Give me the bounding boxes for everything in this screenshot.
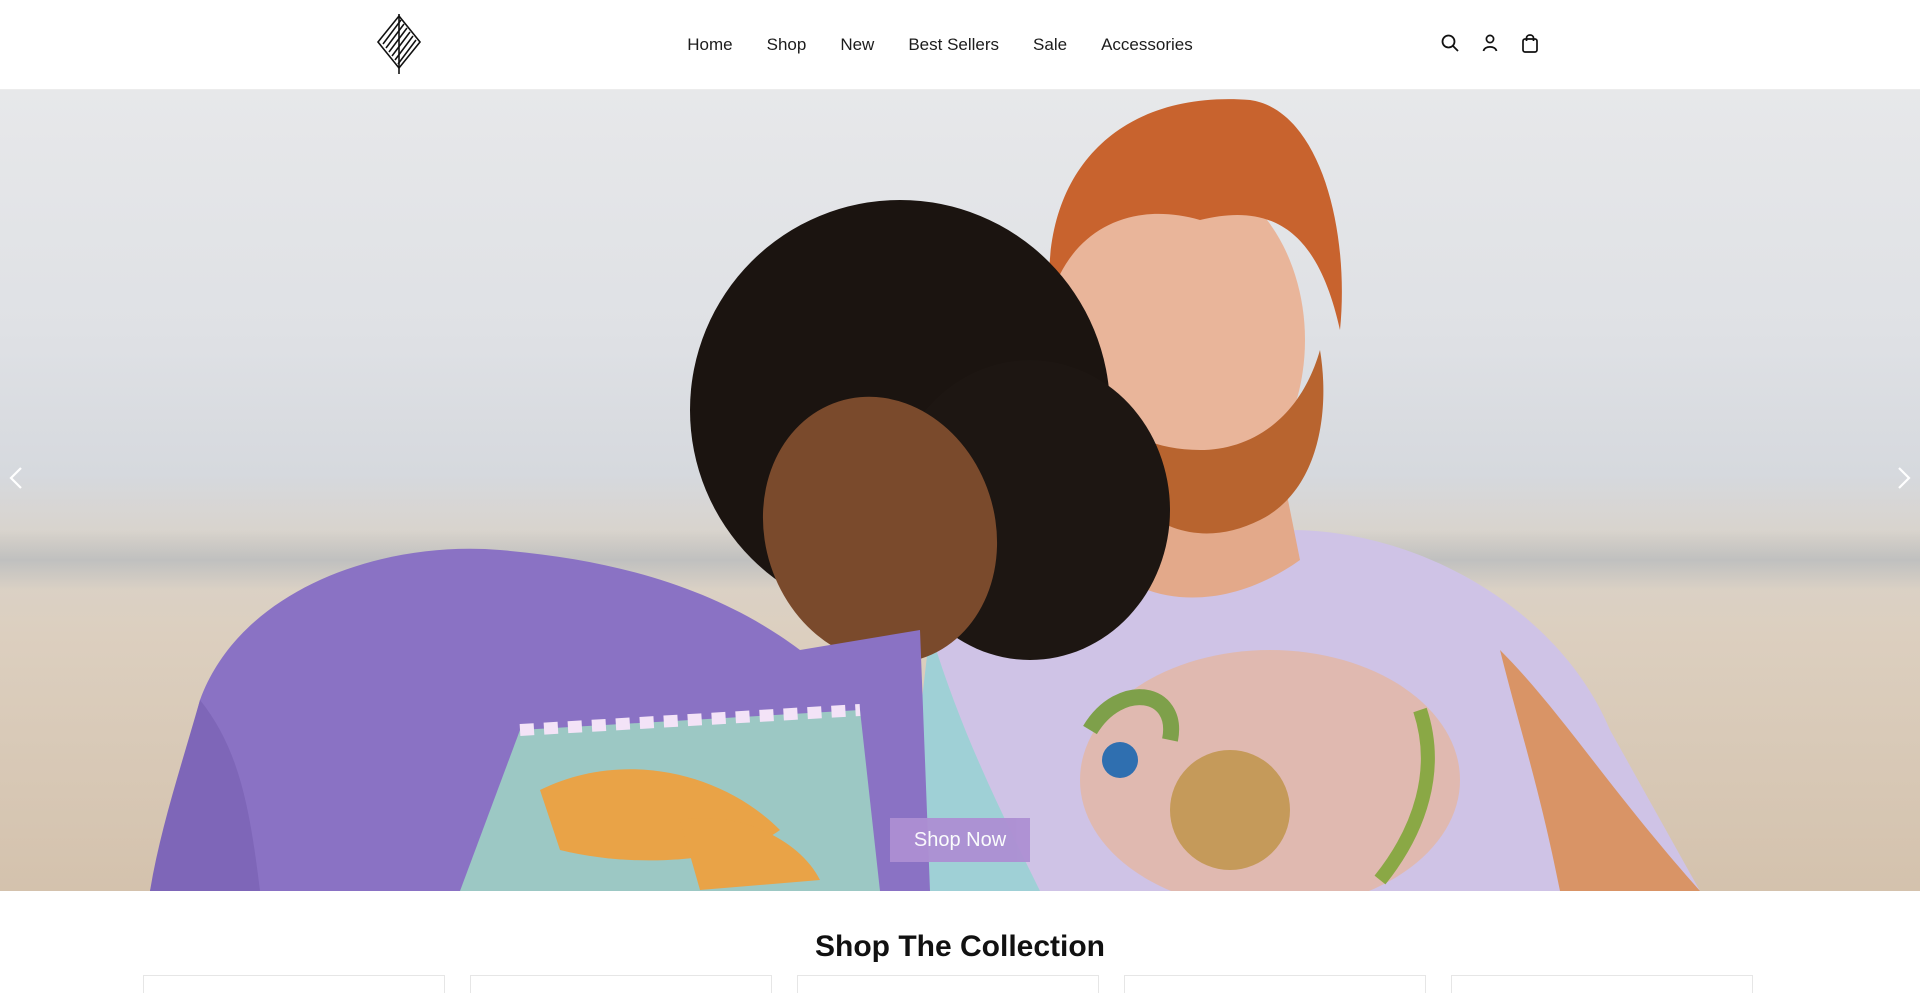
slide-next-button[interactable]: [1892, 460, 1916, 496]
search-icon[interactable]: [1440, 32, 1460, 54]
hero-photo-couple: [150, 99, 1700, 891]
nav-sale[interactable]: Sale: [1033, 35, 1067, 55]
main-nav: Home Shop New Best Sellers Sale Accessor…: [0, 0, 1920, 90]
nav-new[interactable]: New: [840, 35, 874, 55]
nav-shop[interactable]: Shop: [767, 35, 807, 55]
header-actions: [1440, 32, 1540, 54]
diamond-feather-logo-icon[interactable]: [374, 12, 424, 74]
site-header: Home Shop New Best Sellers Sale Accessor…: [0, 0, 1920, 90]
hero-slideshow: Shop Now: [0, 90, 1920, 891]
collection-card[interactable]: [143, 975, 445, 993]
nav-home[interactable]: Home: [687, 35, 732, 55]
collection-card[interactable]: [470, 975, 772, 993]
shop-now-button[interactable]: Shop Now: [890, 818, 1030, 862]
collection-card[interactable]: [1124, 975, 1426, 993]
chevron-right-icon: [1898, 467, 1911, 489]
collection-card[interactable]: [1451, 975, 1753, 993]
collection-title: Shop The Collection: [815, 930, 1105, 963]
slide-prev-button[interactable]: [4, 460, 28, 496]
chevron-left-icon: [9, 467, 22, 489]
collection-card[interactable]: [797, 975, 1099, 993]
account-icon[interactable]: [1480, 32, 1500, 54]
collection-cards: [143, 975, 1753, 993]
nav-best-sellers[interactable]: Best Sellers: [908, 35, 999, 55]
cart-bag-icon[interactable]: [1520, 32, 1540, 54]
nav-accessories[interactable]: Accessories: [1101, 35, 1193, 55]
